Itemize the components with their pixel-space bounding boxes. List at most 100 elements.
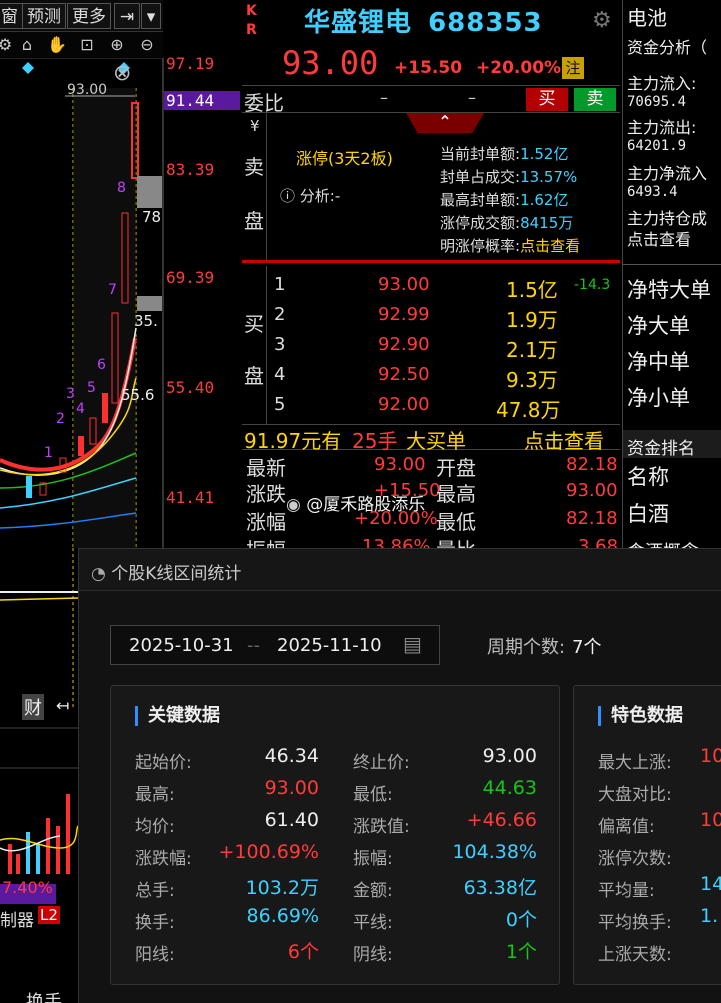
quote-key: 最新 bbox=[246, 456, 286, 480]
key-stat-value: 103.2万 bbox=[245, 877, 319, 899]
info-icon: ⓘ bbox=[280, 187, 296, 205]
net-inflow-label: 主力净流入 bbox=[627, 164, 708, 183]
tab-forecast[interactable]: 预测 bbox=[22, 3, 66, 29]
indicator-pct: 7.40% bbox=[2, 878, 53, 897]
bid-row[interactable]: 2 92.99 1.9万 bbox=[242, 304, 620, 332]
basket-icon[interactable]: ⌂ bbox=[16, 34, 38, 56]
seal-stat-key: 明涨停概率: bbox=[440, 237, 521, 255]
key-stat-value: 86.69% bbox=[246, 905, 319, 927]
sell-side-label: 盘 bbox=[244, 209, 264, 233]
interval-stats-dialog: ◔ 个股K线区间统计 2025-10-31 -- 2025-11-10 ▤ 周期… bbox=[78, 548, 721, 1003]
indicator-strip: 财 ↤ 7.40% 制器 L2 换手 bbox=[0, 548, 79, 1003]
feature-stat-value: 14 bbox=[700, 873, 721, 895]
fund-rank-tab[interactable]: 资金排名 bbox=[627, 434, 695, 459]
key-stat-value: 61.40 bbox=[264, 809, 319, 831]
seal-stat-value: 13.57% bbox=[520, 168, 578, 186]
date-range-picker[interactable]: 2025-10-31 -- 2025-11-10 ▤ bbox=[110, 625, 440, 665]
seal-stat-key: 封单占成交: bbox=[440, 168, 521, 186]
bid-price: 92.99 bbox=[378, 304, 430, 325]
date-from[interactable]: 2025-10-31 bbox=[129, 635, 234, 656]
feature-stat-label: 涨停次数: bbox=[598, 849, 672, 869]
analysis-link[interactable]: ⓘ 分析:- bbox=[280, 185, 340, 206]
market-tag: K R bbox=[246, 2, 264, 40]
caret-down-icon[interactable]: ▾ bbox=[141, 3, 161, 29]
zoom-in-icon[interactable]: ⊕ bbox=[106, 34, 128, 56]
kline-chart[interactable]: 93.00 ⊗ 97.19 91.44 83.39 69.39 55.40 41… bbox=[0, 54, 240, 548]
bid-row[interactable]: 4 92.50 9.3万 bbox=[242, 364, 620, 392]
bid-level: 1 bbox=[274, 274, 286, 295]
feature-stat-value: 10 bbox=[700, 809, 721, 831]
pin-icon[interactable]: ⇥ bbox=[114, 3, 140, 29]
period-count-value: 7个 bbox=[572, 637, 602, 658]
tab-window[interactable]: 窗 bbox=[0, 3, 23, 29]
bid-row[interactable]: 5 92.00 47.8万 bbox=[242, 394, 620, 422]
arrow-left-icon[interactable]: ↤ bbox=[56, 696, 69, 715]
order-diff-value: – bbox=[468, 88, 476, 107]
gear-icon[interactable]: ⚙ bbox=[592, 8, 612, 33]
key-stat-label: 均价: bbox=[135, 817, 175, 837]
lock-icon[interactable]: ⊡ bbox=[76, 34, 98, 56]
seal-stat-value: 1.52亿 bbox=[520, 145, 569, 163]
date-to[interactable]: 2025-11-10 bbox=[277, 635, 382, 656]
bid-row[interactable]: 1 93.00 1.5亿 -14.3 bbox=[242, 274, 620, 302]
close-icon[interactable]: ⊗ bbox=[113, 61, 131, 86]
key-stat-label: 阴线: bbox=[353, 945, 393, 965]
seal-stat: 涨停成交额:8415万 bbox=[440, 212, 573, 233]
seal-stat: 当前封单额:1.52亿 bbox=[440, 143, 568, 164]
seal-stat: 封单占成交:13.57% bbox=[440, 166, 577, 187]
key-stat-value: 0个 bbox=[505, 909, 537, 931]
hand-icon[interactable]: ✋ bbox=[46, 34, 68, 56]
indicator-tab[interactable]: 制器 bbox=[0, 906, 34, 931]
sell-button[interactable]: 卖 bbox=[574, 88, 616, 111]
feature-stat-label: 上涨天数: bbox=[598, 945, 672, 965]
bid-volume: 47.8万 bbox=[496, 398, 561, 422]
box-label: 55.6 bbox=[121, 386, 155, 404]
tool-icon[interactable]: ⚙ bbox=[0, 34, 16, 56]
rank-item[interactable]: 白酒 bbox=[627, 498, 669, 528]
finance-badge[interactable]: 财 bbox=[22, 694, 44, 720]
holding-cost-link[interactable]: 点击查看 bbox=[627, 226, 691, 250]
key-stat-value: 93.00 bbox=[482, 745, 537, 767]
feature-stat-value: 10 bbox=[700, 745, 721, 767]
right-panel: 电池 资金分析（ 主力流入: 70695.4 主力流出: 64201.9 主力净… bbox=[622, 0, 721, 560]
price-label: 41.41 bbox=[166, 488, 215, 507]
box-label: 35. bbox=[134, 312, 158, 330]
buy-button[interactable]: 买 bbox=[526, 88, 568, 111]
key-stat-value: 104.38% bbox=[452, 841, 537, 863]
net-order-l: 净大单 bbox=[627, 314, 690, 338]
l2-badge[interactable]: L2 bbox=[38, 906, 60, 924]
feature-data-title: 特色数据 bbox=[598, 706, 683, 726]
chart-tools-bar: ⚙ ⌂ ✋ ⊡ ⊕ ⊖ bbox=[0, 32, 163, 58]
candle-count: 3 bbox=[66, 386, 75, 402]
bid-price: 93.00 bbox=[378, 274, 430, 295]
calendar-icon[interactable]: ▤ bbox=[403, 632, 422, 656]
key-stat-value: 46.34 bbox=[264, 745, 319, 767]
big-order-bar[interactable]: 91.97元有 25手 大买单 点击查看 bbox=[242, 424, 620, 453]
seal-stat: 最高封单额:1.62亿 bbox=[440, 189, 568, 210]
stock-name: 华盛锂电 bbox=[304, 8, 413, 38]
seal-stat-key: 涨停成交额: bbox=[440, 214, 521, 232]
key-stat-label: 金额: bbox=[353, 881, 393, 901]
sell-section: ¥ 卖 盘 ⌃ 涨停(3天2板) ⓘ 分析:- 当前封单额:1.52亿 封单占成… bbox=[242, 113, 620, 263]
seal-stat-value: 1.62亿 bbox=[520, 191, 569, 209]
key-stat-label: 起始价: bbox=[135, 753, 192, 773]
quote-value: 82.18 bbox=[566, 508, 618, 529]
price-label-current: 91.44 bbox=[164, 91, 240, 110]
stock-title: 华盛锂电 688353 bbox=[304, 2, 543, 39]
tab-more[interactable]: 更多 bbox=[67, 3, 111, 29]
candle-count: 4 bbox=[76, 401, 85, 417]
candle-count: 1 bbox=[44, 445, 53, 461]
key-stat-value: 93.00 bbox=[264, 777, 319, 799]
collapse-chevron-icon[interactable]: ⌃ bbox=[406, 113, 484, 133]
candle-count: 2 bbox=[56, 411, 65, 427]
zoom-out-icon[interactable]: ⊖ bbox=[136, 34, 158, 56]
probability-link[interactable]: 点击查看 bbox=[520, 237, 580, 255]
box-label: 78 bbox=[142, 208, 162, 226]
key-stat-label: 换手: bbox=[135, 913, 175, 933]
key-stat-value: 63.38亿 bbox=[463, 877, 537, 899]
note-badge[interactable]: 注 bbox=[562, 57, 584, 79]
key-stat-label: 最低: bbox=[353, 785, 393, 805]
yen-icon: ¥ bbox=[250, 117, 260, 135]
bid-row[interactable]: 3 92.90 2.1万 bbox=[242, 334, 620, 362]
kline-svg bbox=[0, 57, 164, 548]
